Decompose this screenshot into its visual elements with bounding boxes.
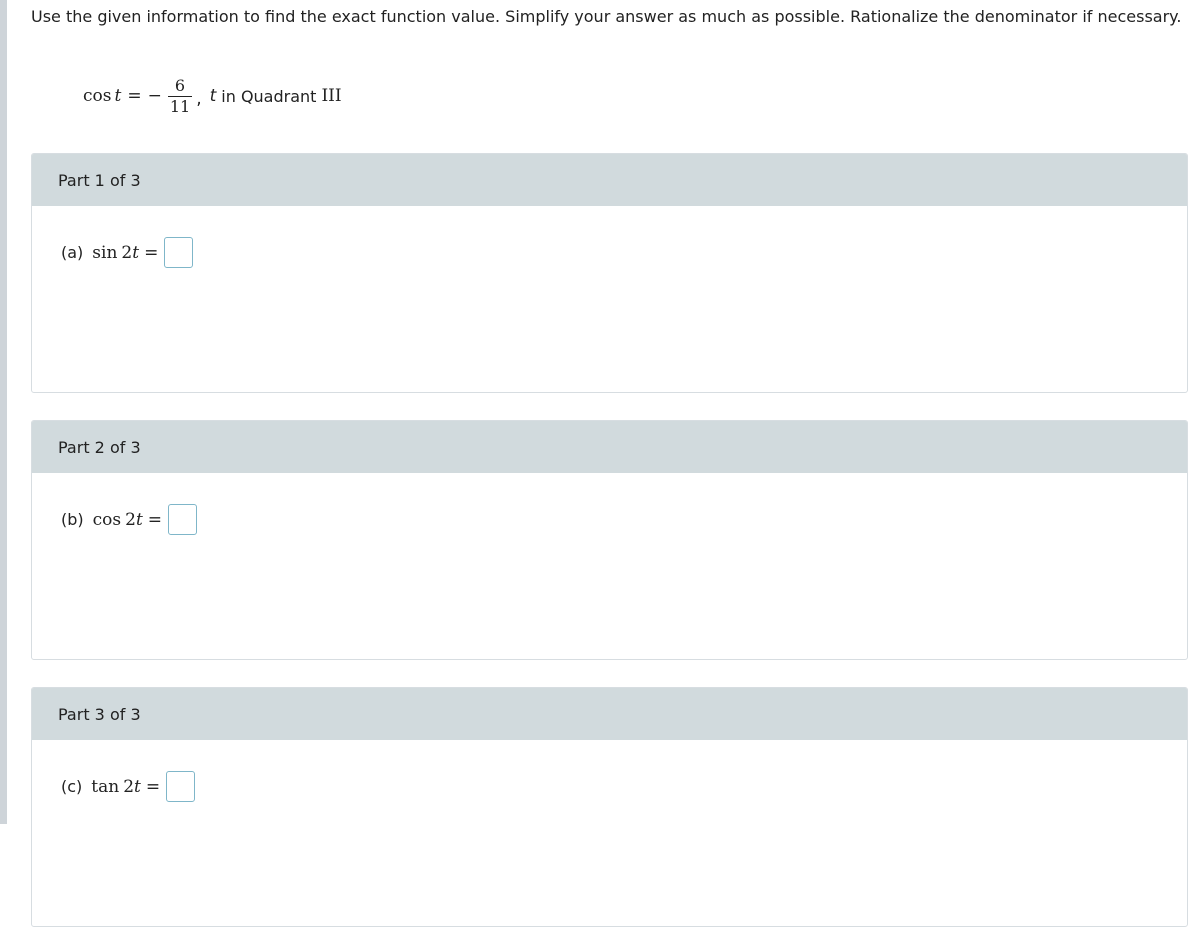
part-1-body: (a) sin 2 t = <box>32 206 1187 392</box>
question-c-variable: t <box>134 776 141 797</box>
part-2-card: Part 2 of 3 (b) cos 2 t = <box>31 420 1188 660</box>
problem-instructions: Use the given information to find the ex… <box>31 7 1182 26</box>
quadrant-number: III <box>321 86 342 106</box>
part-2-body: (b) cos 2 t = <box>32 473 1187 659</box>
given-fraction: 6 11 <box>167 75 193 116</box>
left-scroll-rail <box>0 0 7 824</box>
question-c-function: tan <box>91 776 120 797</box>
part-3-body: (c) tan 2 t = <box>32 740 1187 926</box>
fraction-denominator: 11 <box>169 96 191 116</box>
given-variable: t <box>114 86 122 106</box>
part-3-card: Part 3 of 3 (c) tan 2 t = <box>31 687 1188 927</box>
given-equals: = <box>127 86 142 106</box>
question-b-variable: t <box>135 509 143 530</box>
question-b-equals: = <box>147 509 163 530</box>
given-sign: − <box>147 86 162 106</box>
answer-input-a[interactable] <box>164 237 194 268</box>
question-c-coefficient: 2 <box>123 776 135 797</box>
question-a-equals: = <box>144 242 159 263</box>
question-b: (b) cos 2 t = <box>61 504 198 535</box>
question-a-function: sin <box>92 242 118 263</box>
question-b-label: (b) <box>61 510 84 529</box>
part-2-header: Part 2 of 3 <box>32 421 1187 473</box>
given-comma: , <box>196 89 202 109</box>
condition-text: in Quadrant <box>221 86 317 106</box>
answer-input-c[interactable] <box>166 771 196 802</box>
question-c: (c) tan 2 t = <box>61 771 196 802</box>
question-c-label: (c) <box>61 777 83 796</box>
part-3-header: Part 3 of 3 <box>32 688 1187 740</box>
part-1-card: Part 1 of 3 (a) sin 2 t = <box>31 153 1188 393</box>
given-equation: cos t = − 6 11 , t in Quadrant III <box>83 70 342 122</box>
condition-variable: t <box>209 86 217 106</box>
part-1-header: Part 1 of 3 <box>32 154 1187 206</box>
question-b-function: cos <box>92 509 122 530</box>
question-a-label: (a) <box>61 243 84 262</box>
question-a-variable: t <box>132 242 140 263</box>
answer-input-b[interactable] <box>168 504 198 535</box>
given-function: cos <box>83 86 112 106</box>
question-c-equals: = <box>145 776 161 797</box>
question-a-coefficient: 2 <box>121 242 133 263</box>
question-a: (a) sin 2 t = <box>61 237 194 268</box>
question-b-coefficient: 2 <box>125 509 136 530</box>
fraction-numerator: 6 <box>174 75 186 95</box>
